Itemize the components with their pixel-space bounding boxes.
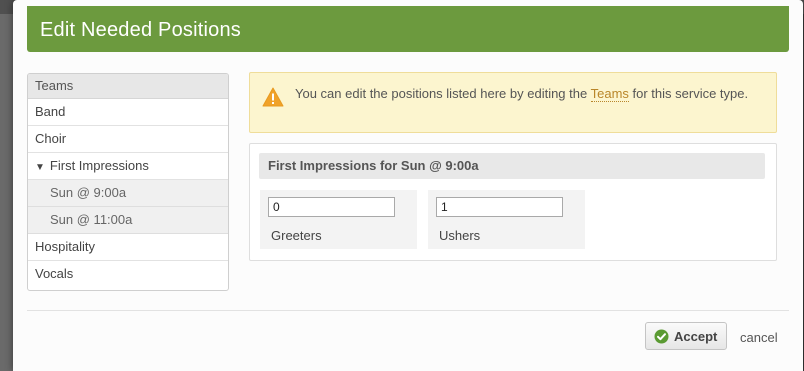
team-item-choir[interactable]: Choir (28, 126, 228, 153)
teams-list: Teams Band Choir ▼ First Impressions Sun … (27, 73, 229, 291)
notice-text-after: for this service type. (628, 86, 749, 101)
greeters-count-input[interactable] (268, 197, 395, 217)
team-item-label: First Impressions (49, 158, 149, 173)
teams-list-header: Teams (28, 74, 228, 99)
ushers-count-input[interactable] (436, 197, 563, 217)
check-circle-icon (654, 329, 669, 344)
accept-label: Accept (674, 329, 718, 344)
modal-title: Edit Needed Positions (40, 19, 241, 41)
team-item-hospitality[interactable]: Hospitality (28, 234, 228, 261)
notice-text: You can edit the positions listed here b… (295, 84, 773, 103)
footer-divider (27, 310, 789, 311)
positions-panel-title: First Impressions for Sun @ 9:00a (259, 153, 765, 179)
positions-panel: First Impressions for Sun @ 9:00a Greete… (249, 143, 777, 261)
time-item-sun-11am[interactable]: Sun @ 11:00a (28, 207, 228, 234)
greeters-label: Greeters (271, 228, 322, 243)
ushers-label: Ushers (439, 228, 481, 243)
time-item-sun-9am[interactable]: Sun @ 9:00a (28, 180, 228, 207)
teams-link[interactable]: Teams (590, 86, 629, 102)
accept-button[interactable]: Accept (645, 322, 727, 350)
edit-needed-positions-modal: Edit Needed Positions Teams Band Choir ▼… (13, 0, 803, 371)
background-left-edge (0, 14, 13, 371)
warning-icon (262, 87, 284, 107)
expanded-triangle-icon[interactable]: ▼ (35, 162, 45, 173)
modal-header: Edit Needed Positions (27, 6, 789, 52)
team-item-vocals[interactable]: Vocals (28, 261, 228, 287)
team-item-first-impressions[interactable]: ▼ First Impressions (28, 153, 228, 180)
team-item-band[interactable]: Band (28, 99, 228, 126)
info-notice: You can edit the positions listed here b… (249, 72, 777, 133)
position-card-greeters: Greeters (260, 190, 417, 249)
notice-text-before: You can edit the positions listed here b… (295, 86, 591, 101)
cancel-link[interactable]: cancel (740, 330, 778, 345)
position-card-ushers: Ushers (428, 190, 585, 249)
